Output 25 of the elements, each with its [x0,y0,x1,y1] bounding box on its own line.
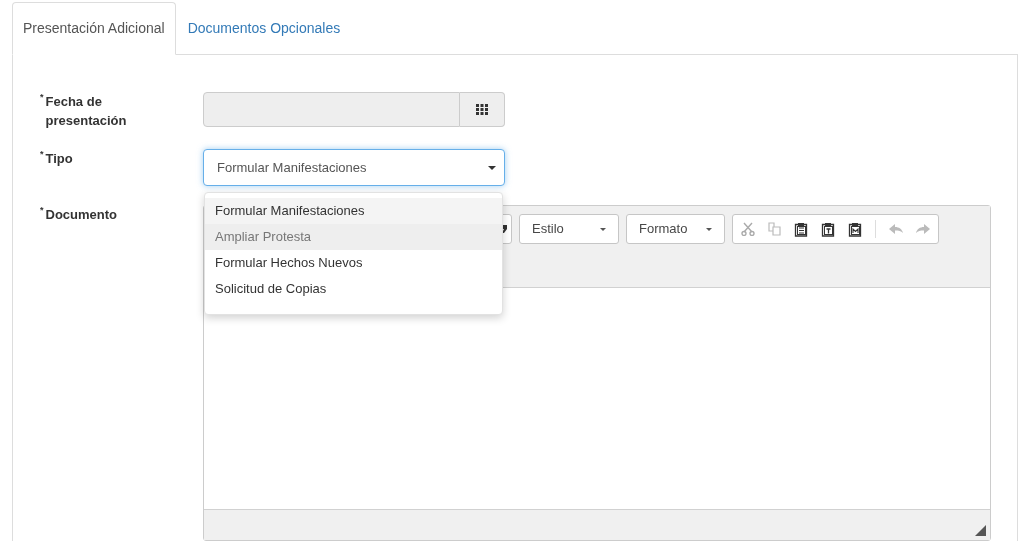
dropdown-option[interactable]: Formular Manifestaciones [205,198,502,224]
grid-icon [476,104,488,115]
required-asterisk: * [40,92,44,102]
field-label: Fecha de presentación [45,93,128,130]
tab[interactable]: Documentos Opcionales [175,2,353,54]
dropdown-option[interactable]: Solicitud de Copias [205,276,502,302]
field-label: Tipo [45,150,74,168]
quote-icon [502,225,507,233]
caret-icon [706,227,712,231]
field-label: Documento [45,206,118,224]
tab[interactable]: Presentación Adicional [12,2,176,55]
dropdown-option[interactable]: Formular Hechos Nuevos [205,250,502,276]
required-asterisk: * [40,149,44,159]
required-asterisk: * [40,205,44,215]
toolbar-dropdown[interactable]: Estilo [519,214,619,244]
calendar-button[interactable] [460,92,505,127]
type-select[interactable]: Formular Manifestaciones [203,149,505,186]
paste-icon[interactable] [794,221,808,237]
resize-handle-icon[interactable] [975,525,986,536]
dropdown-option[interactable]: Ampliar Protesta [205,224,502,250]
caret-icon [600,227,606,231]
paste-text-icon[interactable] [821,221,835,237]
paste-word-icon[interactable] [848,221,862,237]
caret-icon [488,165,496,170]
toolbar-dropdown[interactable]: Formato [626,214,725,244]
